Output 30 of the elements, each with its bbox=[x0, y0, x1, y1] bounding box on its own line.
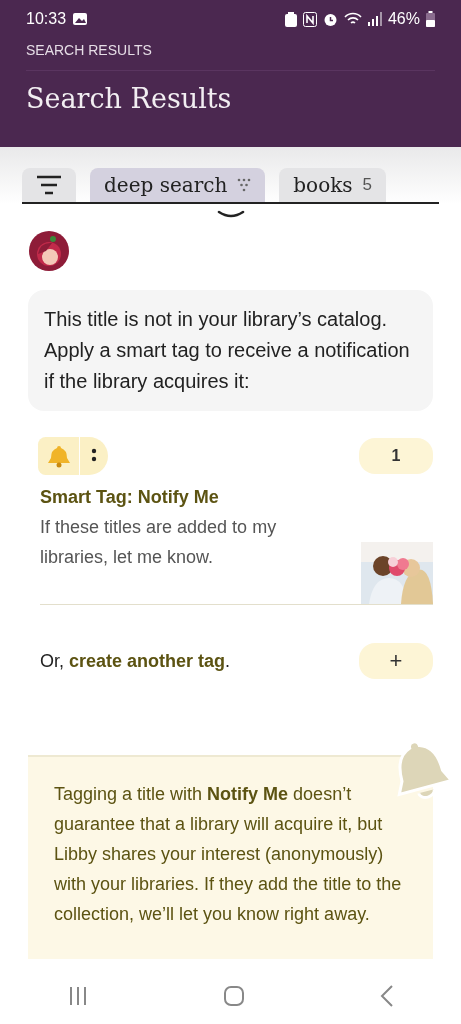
image-icon bbox=[72, 12, 89, 26]
menu-tab[interactable] bbox=[22, 168, 76, 202]
create-tag-link[interactable]: create another tag bbox=[69, 650, 226, 671]
nfc-icon bbox=[302, 11, 317, 27]
battery-icon bbox=[426, 11, 435, 27]
message-bubble: This title is not in your library’s catalog. Apply a smart tag to receive a notification if the library acquires it: bbox=[28, 290, 433, 411]
menu-icon bbox=[36, 175, 62, 195]
books-tab[interactable]: books 5 bbox=[279, 168, 387, 202]
avatar-icon bbox=[28, 230, 70, 272]
battery-percent: 46% bbox=[387, 10, 420, 28]
chevron-down-icon[interactable] bbox=[216, 210, 245, 220]
create-tag-text: Or, create another tag. bbox=[40, 650, 231, 672]
add-tag-button[interactable]: + bbox=[359, 643, 433, 679]
smart-tag-description: If these titles are added to my libraries, let me know. bbox=[40, 516, 278, 569]
title-count-button[interactable]: 1 bbox=[359, 438, 433, 474]
alarm-icon bbox=[322, 11, 338, 27]
smart-tag-title: Smart Tag: Notify Me bbox=[40, 487, 220, 508]
more-icon bbox=[91, 446, 97, 463]
filter-icon bbox=[237, 178, 252, 192]
info-panel: Tagging a title with Notify Me doesn’t guarantee that a library will acquire it, but Libby shares your interest (anonymously) with your libraries. If they add the title to the collection, we’ll let you know right away. bbox=[28, 755, 433, 959]
page-title: Search Results bbox=[26, 83, 233, 114]
signal-icon bbox=[367, 12, 382, 26]
wifi-icon bbox=[343, 11, 362, 27]
header-eyebrow: SEARCH RESULTS bbox=[26, 38, 435, 71]
back-icon[interactable] bbox=[379, 985, 394, 1007]
clock: 10:33 bbox=[26, 10, 67, 28]
bell-icon bbox=[46, 444, 71, 468]
home-icon[interactable] bbox=[222, 985, 245, 1007]
recent-apps-icon[interactable] bbox=[67, 986, 88, 1006]
search-tab[interactable]: deep search bbox=[90, 168, 266, 202]
